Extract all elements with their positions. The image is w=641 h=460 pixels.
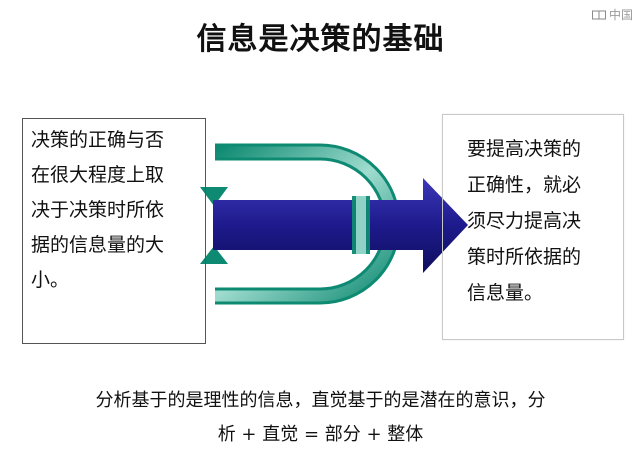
- left-text-box: 决策的正确与否 在很大程度上取 决于决策时所依 据的信息量的大 小。: [22, 118, 206, 344]
- loop-overlap-highlight: [356, 196, 366, 254]
- caption: 分析基于的是理性的信息，直觉基于的是潜在的意识，分 析 + 直觉 = 部分 + …: [0, 384, 641, 452]
- main-flow-arrow: [213, 178, 468, 273]
- caption-line-2: 析 + 直觉 = 部分 + 整体: [217, 424, 424, 445]
- right-text-box: 要提高决策的 正确性，就必 须尽力提高决 策时所依据的 信息量。: [442, 114, 624, 340]
- caption-line-1: 分析基于的是理性的信息，直觉基于的是潜在的意识，分: [95, 390, 546, 411]
